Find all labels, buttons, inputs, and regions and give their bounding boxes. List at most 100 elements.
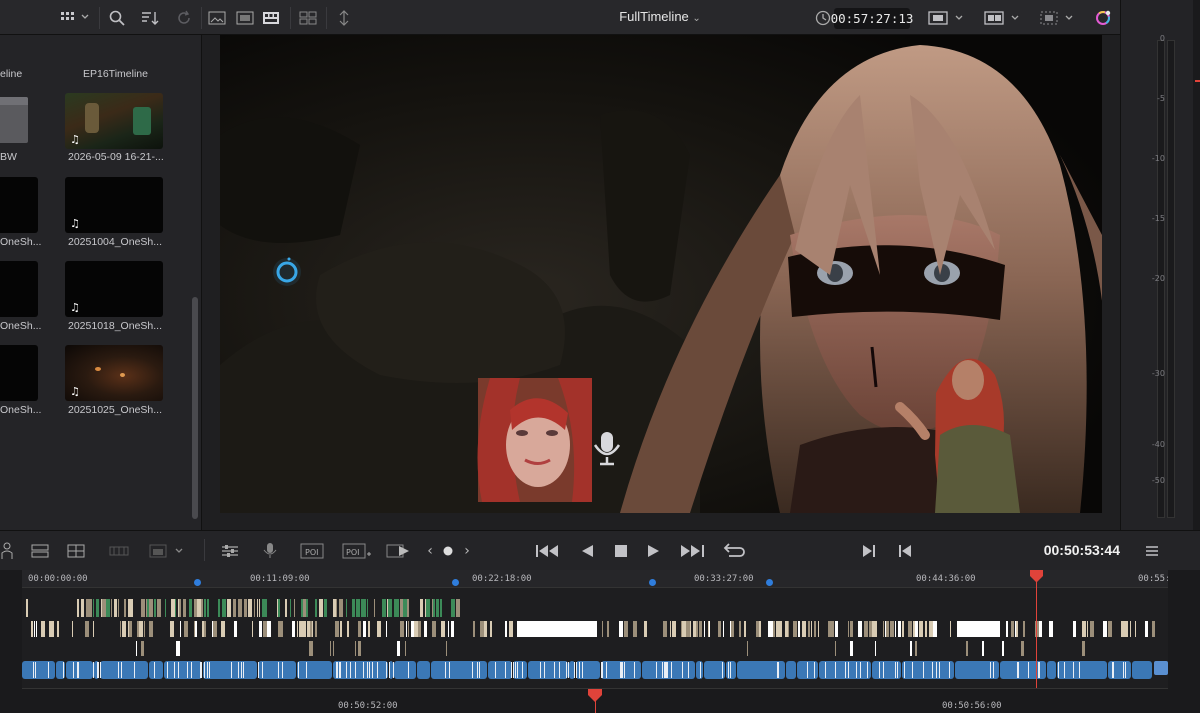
audio-clip[interactable]: [696, 661, 703, 679]
audio-clip[interactable]: [1154, 661, 1168, 675]
timeline-clip[interactable]: [387, 599, 388, 617]
timeline-clip[interactable]: [718, 621, 721, 637]
timeline-clip[interactable]: [195, 621, 197, 637]
timeline-clip[interactable]: [776, 621, 780, 637]
video-track-2[interactable]: [22, 598, 1168, 618]
audio-clip[interactable]: [872, 661, 901, 679]
timeline-clip[interactable]: [339, 599, 343, 617]
dual-viewer-button[interactable]: [297, 6, 319, 30]
inspector-button[interactable]: [333, 6, 355, 30]
audio-clip[interactable]: [786, 661, 796, 679]
timeline-clip[interactable]: [257, 599, 258, 617]
timeline-clip[interactable]: [619, 621, 623, 637]
timeline-clip[interactable]: [709, 621, 710, 637]
audio-clip[interactable]: [1132, 661, 1152, 679]
timeline-clip[interactable]: [197, 599, 201, 617]
timeline-clip[interactable]: [808, 621, 810, 637]
timeline-clip[interactable]: [382, 599, 386, 617]
timeline-clip[interactable]: [681, 621, 682, 637]
timeline-clip[interactable]: [425, 599, 426, 617]
timeline-clip[interactable]: [363, 621, 366, 637]
timeline-clip[interactable]: [368, 621, 370, 637]
timeline-clip[interactable]: [302, 621, 306, 637]
audio-clip[interactable]: [642, 661, 695, 679]
timeline-clip[interactable]: [137, 621, 139, 637]
timeline-clip[interactable]: [358, 641, 361, 656]
timeline-clip[interactable]: [292, 621, 293, 637]
audio-clip[interactable]: [528, 661, 568, 679]
timeline-clip[interactable]: [885, 621, 886, 637]
timeline-clip[interactable]: [179, 599, 181, 617]
timeline-clip[interactable]: [123, 621, 124, 637]
timeline-selector[interactable]: FullTimeline ⌄: [560, 9, 760, 24]
timeline-clip[interactable]: [624, 621, 628, 637]
timeline-clip[interactable]: [1011, 621, 1014, 637]
timeline-clip[interactable]: [306, 599, 308, 617]
timeline-clip[interactable]: [26, 599, 28, 617]
timeline-clip[interactable]: [267, 621, 271, 637]
timeline-clip[interactable]: [644, 621, 647, 637]
timeline-clip[interactable]: [157, 599, 161, 617]
options-menu-button[interactable]: [1142, 541, 1162, 561]
timeline-clip[interactable]: [997, 621, 1000, 637]
timeline-clip[interactable]: [1051, 621, 1053, 637]
timeline-clip[interactable]: [909, 621, 912, 637]
timeline-clip[interactable]: [281, 621, 283, 637]
timeline-clip[interactable]: [278, 599, 280, 617]
timeline-clip[interactable]: [1125, 621, 1128, 637]
timeline-clip[interactable]: [184, 599, 186, 617]
timeline-clip[interactable]: [1145, 621, 1148, 637]
timeline-clip[interactable]: [850, 641, 853, 656]
timeline-clip[interactable]: [184, 621, 188, 637]
timeline-clip[interactable]: [769, 621, 773, 637]
audio-clip[interactable]: [902, 661, 954, 679]
audio-clip[interactable]: [1047, 661, 1056, 679]
timeline-clip[interactable]: [128, 621, 129, 637]
timeline-clip[interactable]: [950, 621, 951, 637]
timeline-clip[interactable]: [414, 621, 418, 637]
safe-area-button[interactable]: [1038, 6, 1078, 30]
timeline-clip[interactable]: [433, 599, 435, 617]
timeline-clip[interactable]: [400, 621, 404, 637]
split-clip-button[interactable]: [64, 541, 90, 561]
timeline-clip[interactable]: [982, 641, 984, 656]
timeline-clip[interactable]: [768, 621, 769, 637]
timeline-marker[interactable]: [766, 579, 773, 586]
timeline-clip[interactable]: [793, 621, 797, 637]
timeline-clip[interactable]: [252, 621, 253, 637]
thin-track[interactable]: [22, 640, 1168, 657]
timeline-clip[interactable]: [277, 599, 278, 617]
timeline-clip[interactable]: [85, 621, 89, 637]
timeline-clip[interactable]: [1040, 621, 1042, 637]
timeline-clip[interactable]: [785, 621, 788, 637]
timeline-clip[interactable]: [864, 621, 868, 637]
timeline-clip[interactable]: [875, 621, 877, 637]
timeline-clip[interactable]: [346, 599, 347, 617]
marker-button[interactable]: [441, 541, 455, 561]
zoomed-ruler[interactable]: 00:50:52:00 00:50:56:00: [22, 688, 1168, 713]
timeline-clip[interactable]: [248, 599, 252, 617]
timeline-clip[interactable]: [919, 621, 923, 637]
timeline-clip[interactable]: [456, 599, 460, 617]
timeline-clip[interactable]: [480, 621, 484, 637]
timeline-clip[interactable]: [858, 621, 862, 637]
media-pool-scrollbar[interactable]: [192, 297, 198, 519]
timeline-clip[interactable]: [183, 599, 184, 617]
timeline-clip[interactable]: [895, 621, 896, 637]
timeline-clip[interactable]: [773, 621, 775, 637]
timeline-marker[interactable]: [452, 579, 459, 586]
timeline-clip[interactable]: [1023, 641, 1024, 656]
timeline-clip[interactable]: [1108, 621, 1112, 637]
timeline-clip[interactable]: [432, 599, 433, 617]
timeline-clip[interactable]: [315, 621, 317, 637]
timeline-clip[interactable]: [1135, 621, 1136, 637]
timeline-clip[interactable]: [147, 599, 149, 617]
timeline-clip[interactable]: [301, 599, 303, 617]
timeline-clip[interactable]: [756, 621, 759, 637]
timeline-clip[interactable]: [1015, 621, 1016, 637]
view-mode-button[interactable]: [58, 6, 94, 30]
timeline-clip[interactable]: [86, 599, 89, 617]
timeline-clip[interactable]: [451, 599, 455, 617]
video-frame[interactable]: [220, 35, 1102, 513]
timeline-clip[interactable]: [72, 621, 73, 637]
